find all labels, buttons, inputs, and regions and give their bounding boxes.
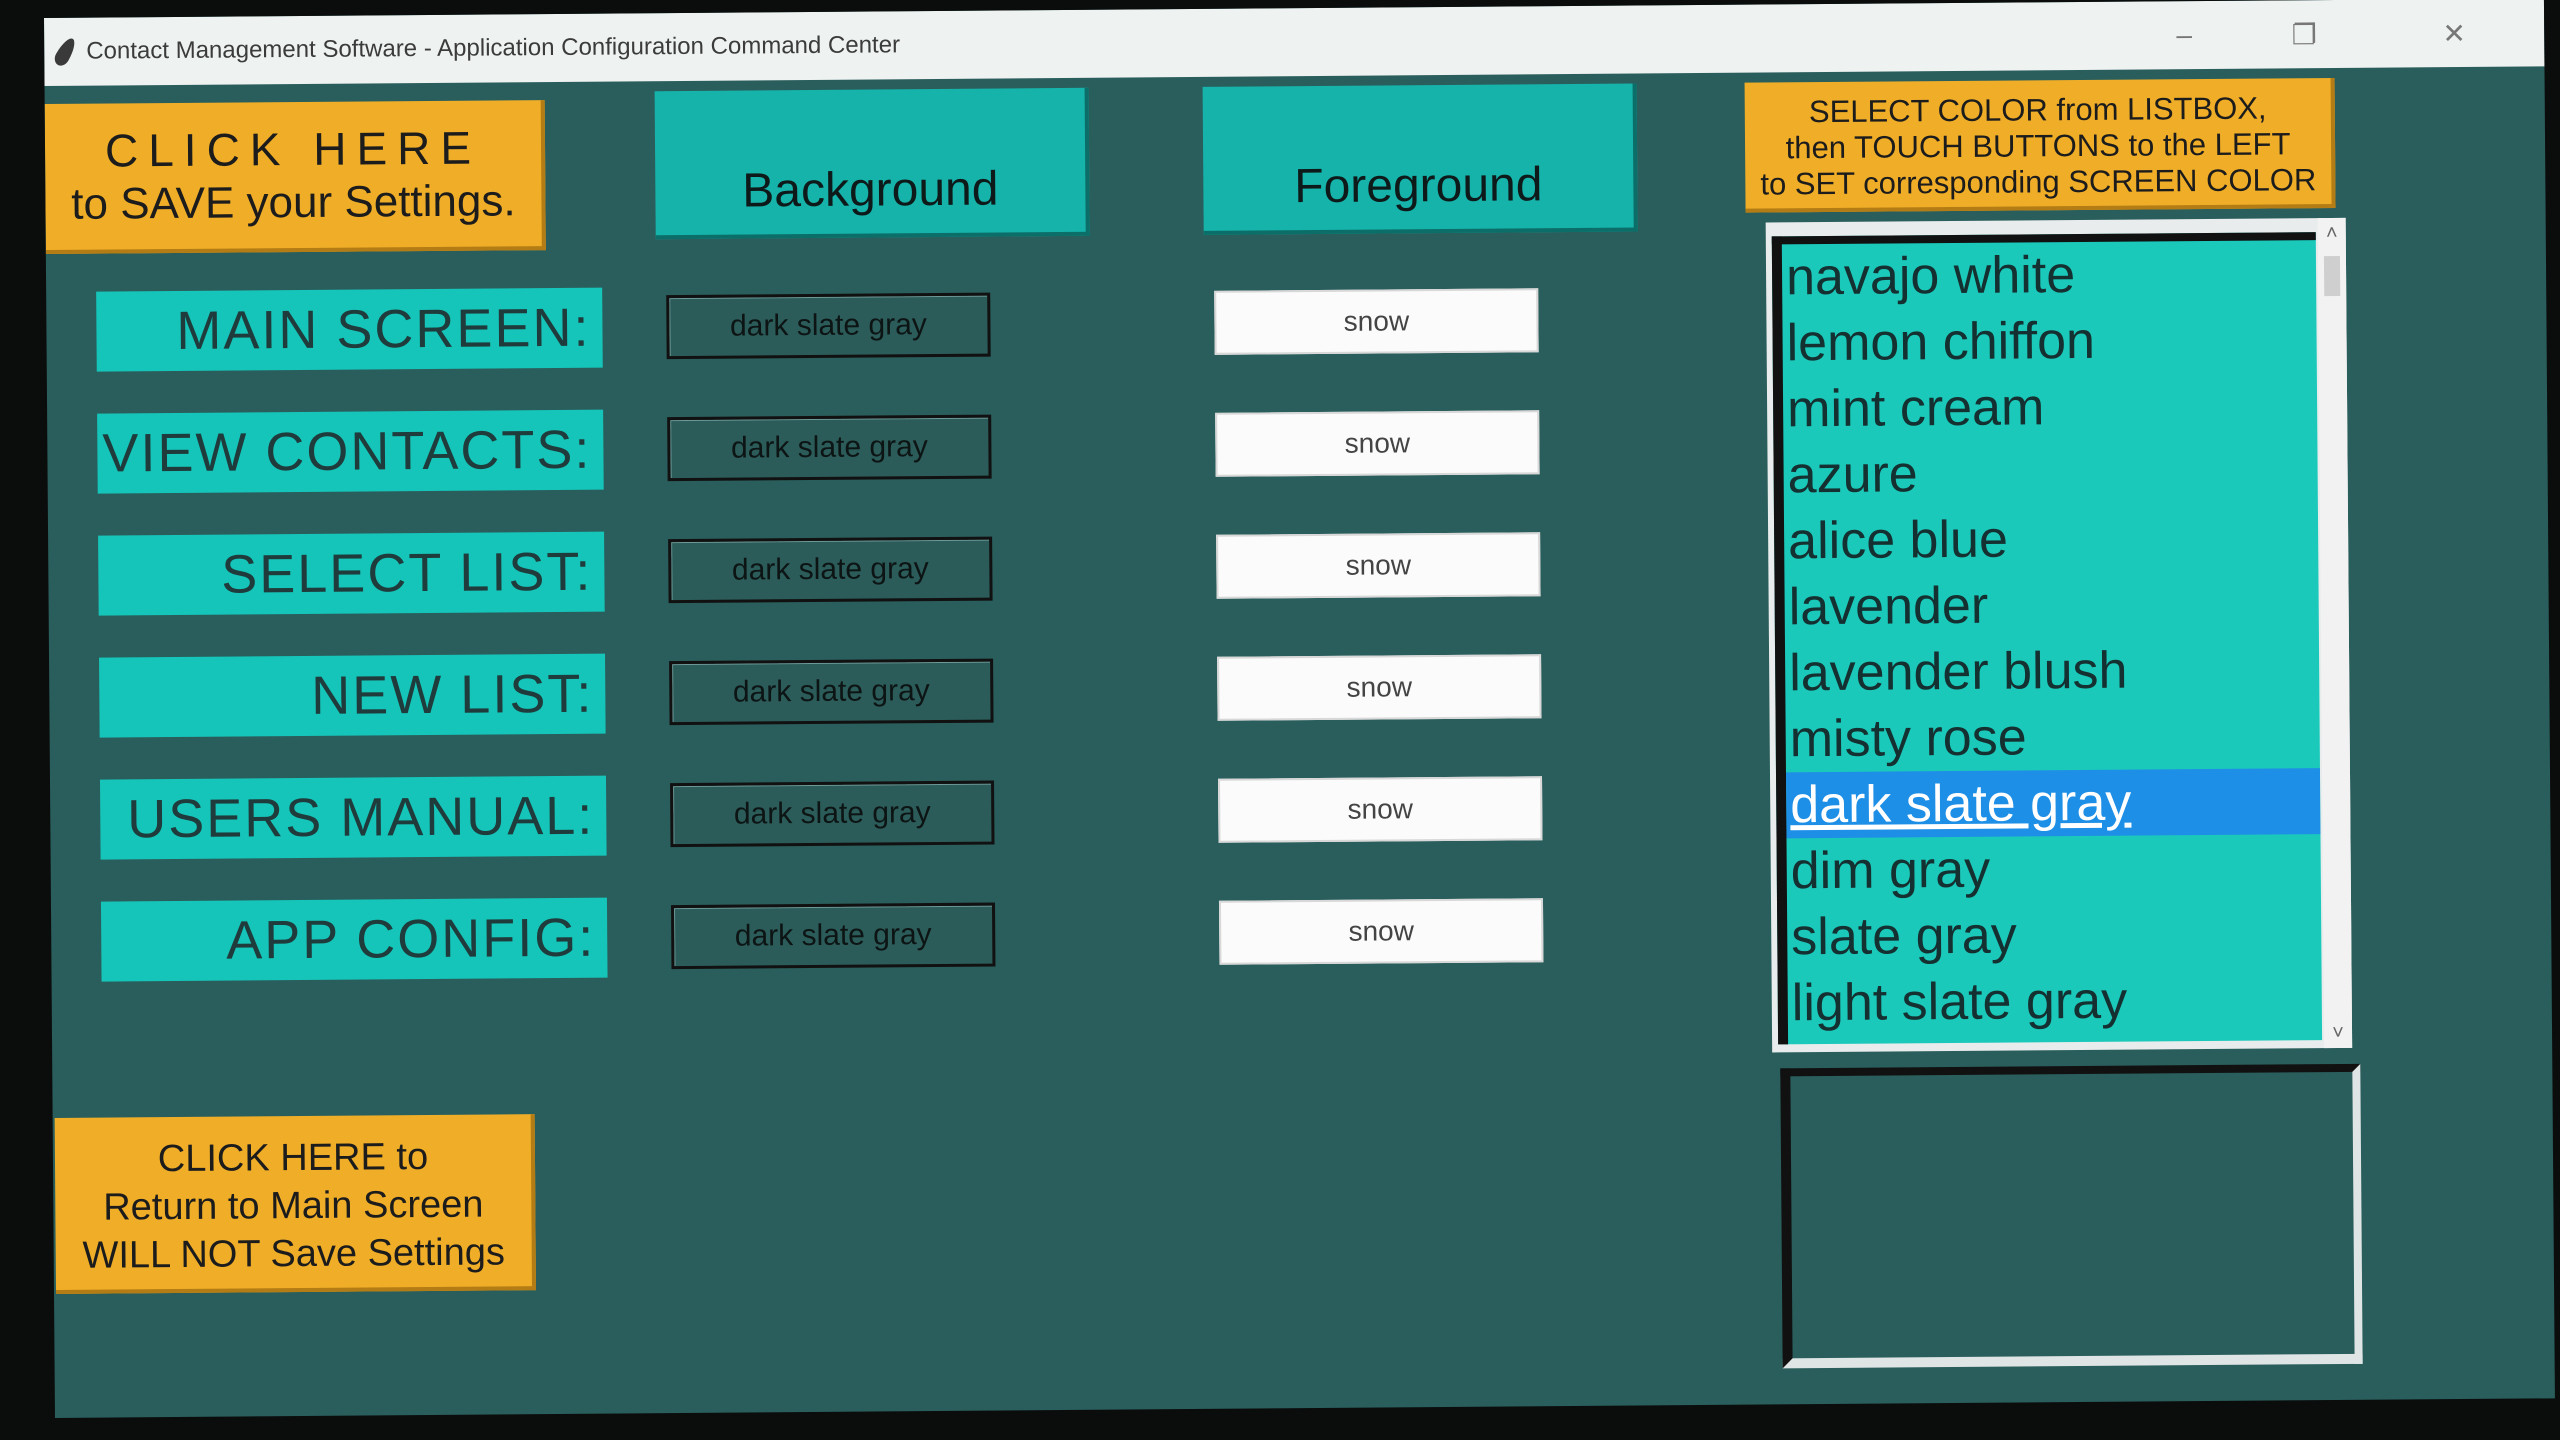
new-list-background-button[interactable]: dark slate gray: [669, 658, 994, 726]
list-item[interactable]: slate gray: [1787, 900, 2322, 970]
background-column-header: Background: [654, 87, 1090, 240]
view-contacts-foreground-button[interactable]: snow: [1215, 410, 1540, 477]
return-button-line1: CLICK HERE to: [157, 1136, 429, 1181]
return-button-line3: WILL NOT Save Settings: [82, 1231, 506, 1277]
return-to-main-button[interactable]: CLICK HERE to Return to Main Screen WILL…: [54, 1114, 537, 1294]
main-screen-foreground-button[interactable]: snow: [1214, 288, 1539, 355]
color-listbox-frame: navajo white lemon chiffon mint cream az…: [1765, 217, 2353, 1053]
select-list-foreground-button[interactable]: snow: [1216, 532, 1541, 599]
row-label-view-contacts: VIEW CONTACTS:: [97, 409, 604, 494]
main-screen-background-button[interactable]: dark slate gray: [666, 292, 991, 360]
list-item-selected[interactable]: dark slate gray: [1785, 768, 2321, 839]
list-item[interactable]: azure: [1783, 438, 2318, 508]
foreground-column-header: Foreground: [1202, 83, 1638, 235]
row-label-new-list: NEW LIST:: [99, 653, 606, 738]
maximize-button[interactable]: ❐: [2244, 0, 2365, 69]
listbox-scrollbar[interactable]: ˄ ˅: [2317, 217, 2353, 1049]
scrollbar-thumb[interactable]: [2323, 255, 2341, 297]
row-label-select-list: SELECT LIST:: [98, 531, 605, 616]
row-label-main-screen: MAIN SCREEN:: [96, 287, 603, 372]
instructions-panel: SELECT COLOR from LISTBOX, then TOUCH BU…: [1744, 78, 2336, 213]
list-item[interactable]: lemon chiffon: [1782, 306, 2317, 376]
view-contacts-background-button[interactable]: dark slate gray: [667, 414, 992, 482]
new-list-foreground-button[interactable]: snow: [1217, 654, 1542, 721]
save-settings-button[interactable]: CLICK HERE to SAVE your Settings.: [44, 100, 546, 254]
users-manual-background-button[interactable]: dark slate gray: [670, 780, 995, 848]
list-item[interactable]: light slate gray: [1788, 966, 2323, 1036]
list-item[interactable]: mint cream: [1783, 372, 2318, 442]
minimize-button[interactable]: –: [2124, 1, 2245, 70]
list-item[interactable]: alice blue: [1784, 504, 2319, 574]
instructions-line1: SELECT COLOR from LISTBOX,: [1808, 90, 2267, 130]
color-preview-box: [1780, 1063, 2363, 1369]
users-manual-foreground-button[interactable]: snow: [1218, 776, 1543, 843]
color-listbox[interactable]: navajo white lemon chiffon mint cream az…: [1771, 232, 2323, 1045]
app-config-foreground-button[interactable]: snow: [1218, 898, 1544, 965]
list-item[interactable]: dim gray: [1786, 834, 2321, 904]
feather-app-icon: [51, 35, 79, 69]
return-button-line2: Return to Main Screen: [103, 1183, 484, 1229]
save-button-line2: to SAVE your Settings.: [71, 176, 516, 229]
window-title: Contact Management Software - Applicatio…: [86, 31, 901, 65]
list-item[interactable]: lavender blush: [1785, 636, 2320, 706]
scroll-down-arrow-icon[interactable]: ˅: [2324, 1018, 2352, 1048]
select-list-background-button[interactable]: dark slate gray: [668, 536, 993, 604]
instructions-line3: to SET corresponding SCREEN COLOR: [1760, 162, 2317, 202]
row-label-users-manual: USERS MANUAL:: [99, 775, 607, 860]
app-config-background-button[interactable]: dark slate gray: [670, 902, 996, 970]
list-item[interactable]: lavender: [1784, 570, 2319, 640]
instructions-line2: then TOUCH BUTTONS to the LEFT: [1785, 126, 2291, 166]
app-window: Contact Management Software - Applicatio…: [44, 0, 2555, 1418]
list-item[interactable]: navajo white: [1782, 240, 2317, 310]
close-button[interactable]: ✕: [2364, 0, 2545, 68]
row-label-app-config: APP CONFIG:: [100, 897, 608, 982]
list-item[interactable]: misty rose: [1785, 702, 2320, 772]
save-button-line1: CLICK HERE: [104, 121, 482, 177]
title-bar: Contact Management Software - Applicatio…: [44, 0, 2545, 86]
scroll-up-arrow-icon[interactable]: ˄: [2318, 218, 2346, 248]
